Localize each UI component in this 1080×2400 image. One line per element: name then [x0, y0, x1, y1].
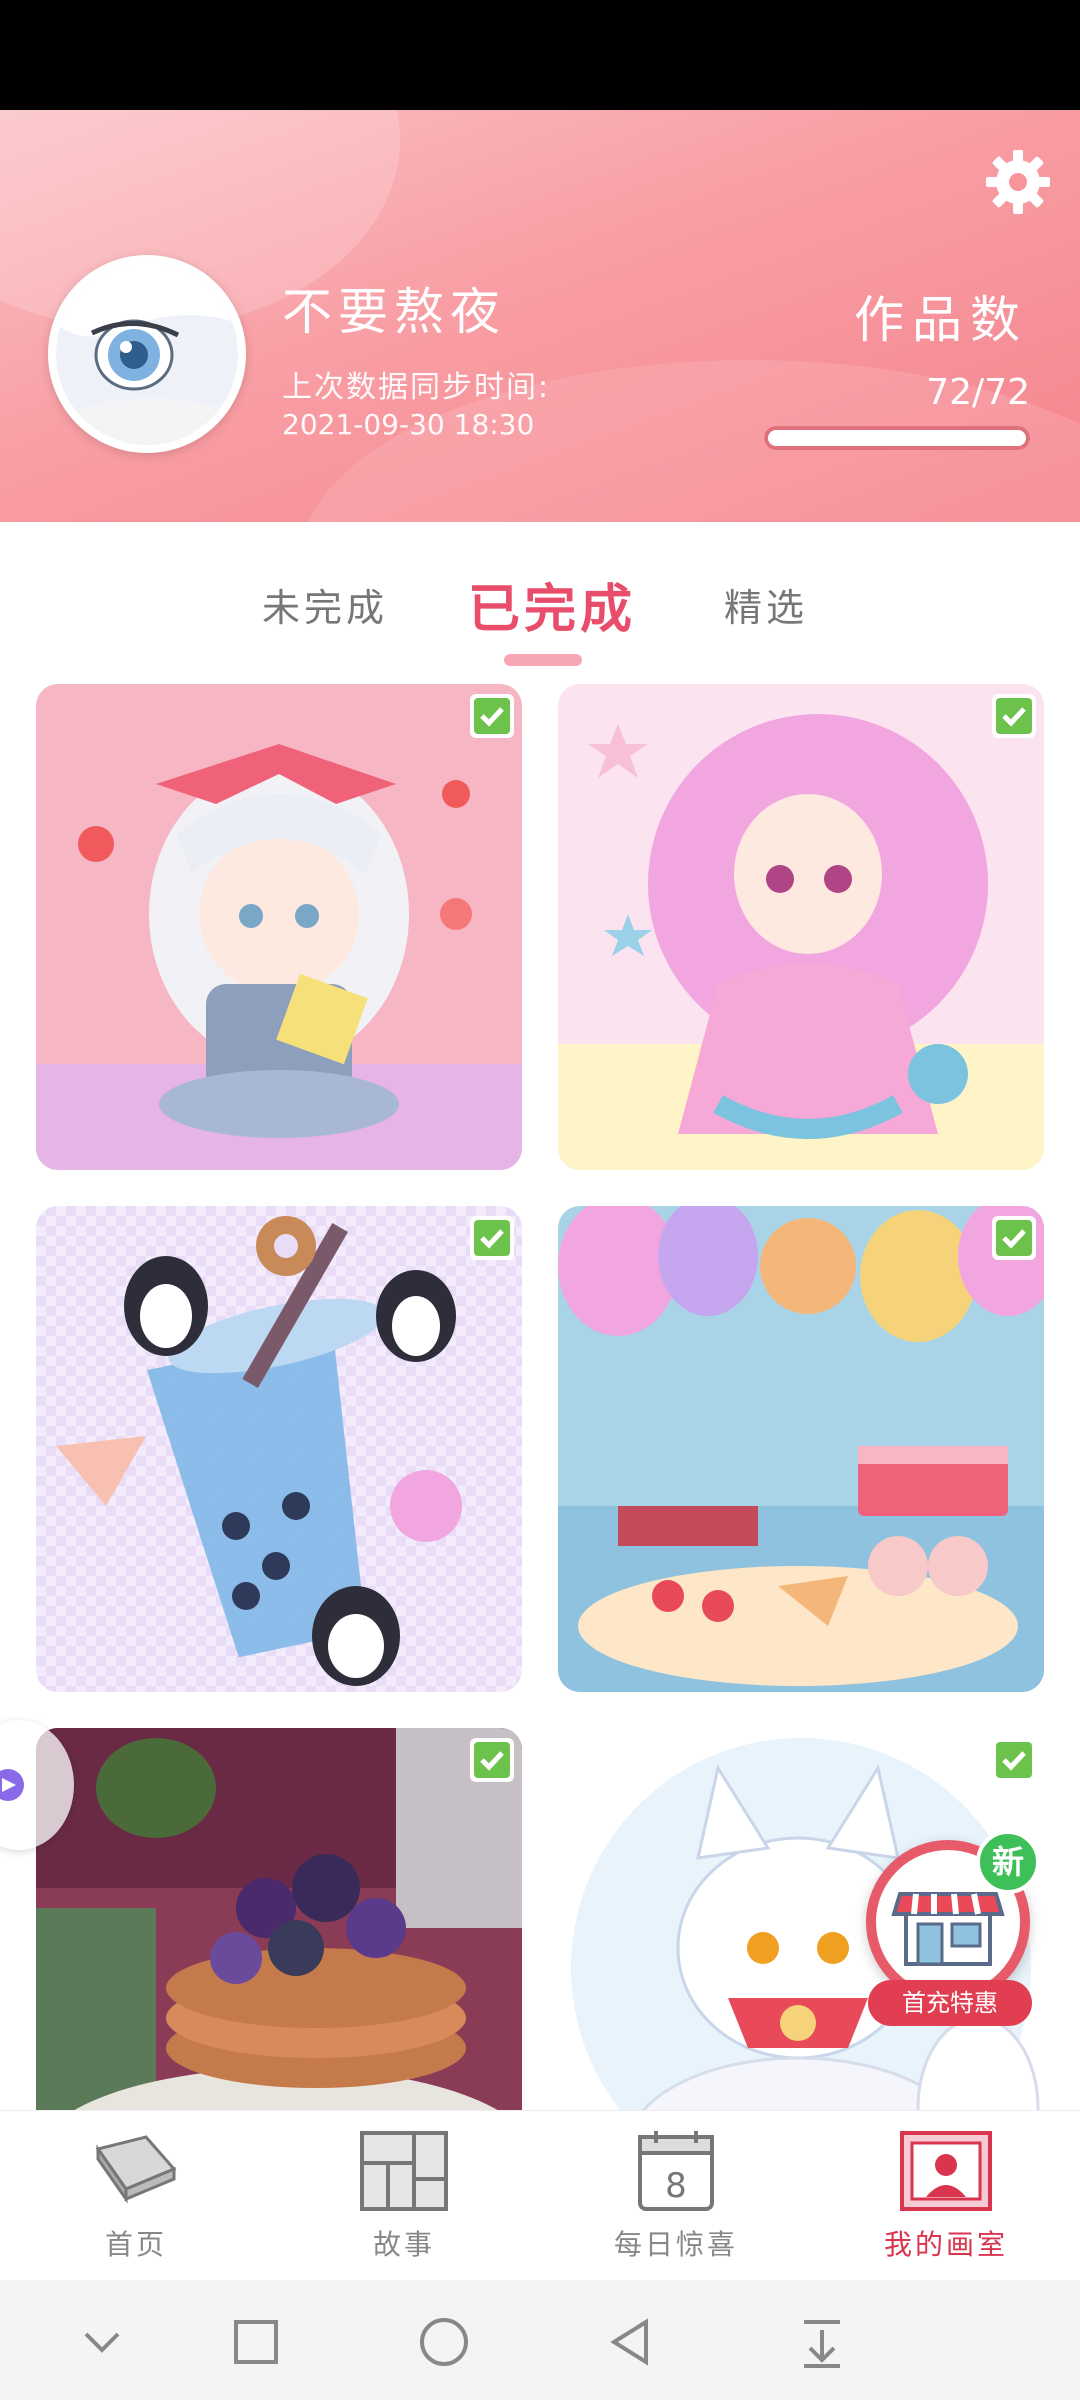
works-count: 72/72	[926, 372, 1030, 413]
artwork-thumbnail	[36, 1728, 522, 2110]
settings-gear-icon[interactable]	[982, 146, 1054, 218]
nav-story[interactable]: 故事	[304, 2129, 504, 2269]
tab-completed[interactable]: 已完成	[468, 567, 636, 642]
nav-daily-surprise-label: 每日惊喜	[613, 2228, 738, 2261]
notification-pull-down-icon[interactable]	[790, 2310, 854, 2374]
nav-my-studio-label: 我的画室	[883, 2228, 1008, 2261]
artwork-card[interactable]	[558, 1206, 1044, 1692]
artwork-thumbnail	[36, 1206, 522, 1692]
calendar-icon: 8	[638, 2131, 714, 2211]
completed-check-icon	[992, 694, 1036, 738]
tab-indicator	[504, 654, 582, 666]
avatar[interactable]	[48, 255, 246, 453]
artwork-card[interactable]	[36, 684, 522, 1170]
username: 不要熬夜	[282, 283, 506, 341]
completed-check-icon	[470, 1216, 514, 1260]
gallery-tabs: 未完成 已完成 精选	[0, 522, 1080, 672]
completed-check-icon	[992, 1738, 1036, 1782]
chevron-down-icon[interactable]	[70, 2310, 134, 2374]
calendar-day: 8	[665, 2166, 687, 2206]
promo-new-badge: 新	[976, 1830, 1040, 1894]
nav-home[interactable]: 首页	[36, 2129, 236, 2269]
portrait-frame-icon	[900, 2131, 992, 2211]
completed-check-icon	[470, 694, 514, 738]
nav-my-studio[interactable]: 我的画室	[846, 2129, 1046, 2269]
completed-check-icon	[992, 1216, 1036, 1260]
status-bar	[0, 0, 1080, 110]
book-icon	[95, 2135, 177, 2204]
home-circle-icon[interactable]	[412, 2310, 476, 2374]
first-recharge-promo[interactable]: 新 首充特惠	[860, 1830, 1040, 2030]
nav-daily-surprise[interactable]: 8 每日惊喜	[576, 2129, 776, 2269]
artwork-card[interactable]	[36, 1206, 522, 1692]
artwork-card[interactable]	[558, 684, 1044, 1170]
nav-story-label: 故事	[372, 2228, 435, 2261]
sync-time: 2021-09-30 18:30	[282, 408, 535, 441]
works-count-label: 作品数	[854, 291, 1028, 349]
app-root: 不要熬夜 上次数据同步时间: 2021-09-30 18:30 作品数 72/7…	[0, 0, 1080, 2400]
completed-check-icon	[470, 1738, 514, 1782]
promo-label: 首充特惠	[868, 1980, 1032, 2026]
profile-header: 不要熬夜 上次数据同步时间: 2021-09-30 18:30 作品数 72/7…	[0, 110, 1080, 522]
comic-panels-icon	[360, 2131, 448, 2211]
nav-home-label: 首页	[104, 2228, 167, 2261]
bottom-navigation: 首页 故事 8 每日惊喜 我的画室	[0, 2110, 1080, 2280]
works-progress-bar	[764, 426, 1030, 450]
system-navigation-bar	[0, 2280, 1080, 2400]
avatar-image	[56, 263, 238, 445]
assistant-icon	[0, 1769, 24, 1801]
tab-featured[interactable]: 精选	[724, 577, 808, 632]
artwork-thumbnail	[558, 1206, 1044, 1692]
sync-label: 上次数据同步时间:	[282, 370, 551, 405]
back-triangle-icon[interactable]	[600, 2310, 664, 2374]
floating-assistant-button[interactable]	[0, 1720, 74, 1850]
works-progress-fill	[772, 433, 1022, 443]
artwork-thumbnail	[36, 684, 522, 1170]
artwork-thumbnail	[558, 684, 1044, 1170]
tab-incomplete[interactable]: 未完成	[262, 577, 388, 632]
artwork-card[interactable]	[36, 1728, 522, 2110]
recent-apps-square-icon[interactable]	[224, 2310, 288, 2374]
